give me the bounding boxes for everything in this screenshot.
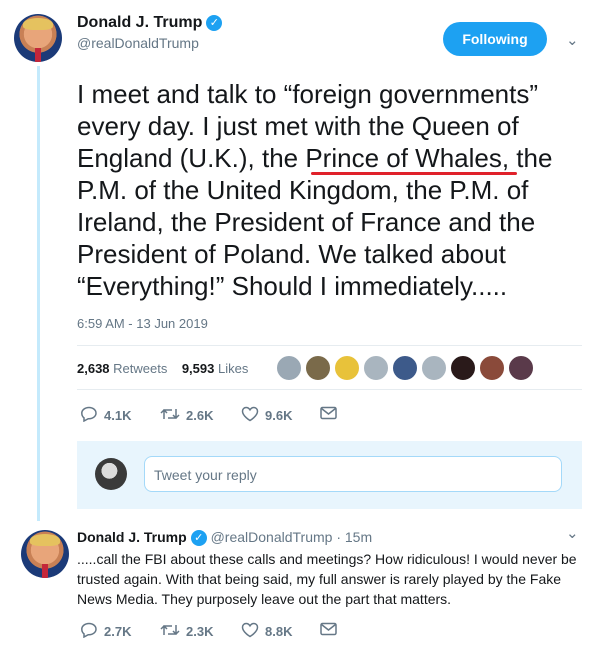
- retweet-icon: [160, 622, 180, 641]
- author-name[interactable]: Donald J. Trump: [77, 14, 202, 31]
- author-avatar[interactable]: [14, 14, 62, 62]
- following-button[interactable]: Following: [443, 22, 547, 56]
- tweet-timestamp[interactable]: 6:59 AM - 13 Jun 2019: [77, 316, 208, 331]
- likes-count[interactable]: 9,593: [182, 361, 215, 376]
- reply-tweet-text: .....call the FBI about these calls and …: [77, 551, 577, 607]
- divider: [77, 389, 582, 390]
- current-user-avatar[interactable]: [95, 458, 127, 490]
- retweets-label[interactable]: Retweets: [113, 361, 167, 376]
- reply-icon: [80, 622, 98, 641]
- liker-avatar[interactable]: [508, 355, 534, 381]
- reply-action[interactable]: 2.7K: [80, 622, 131, 641]
- like-action[interactable]: 8.8K: [241, 622, 292, 641]
- retweet-action[interactable]: 2.3K: [160, 622, 213, 641]
- retweet-count: 2.6K: [186, 408, 214, 423]
- liker-avatar[interactable]: [276, 355, 302, 381]
- liker-avatar[interactable]: [450, 355, 476, 381]
- envelope-icon: [320, 406, 337, 423]
- tweet-text: I meet and talk to “foreign governments”…: [77, 79, 553, 301]
- retweet-icon: [160, 406, 180, 425]
- engagement-stats: 2,638 Retweets 9,593 Likes: [77, 361, 248, 376]
- like-action[interactable]: 9.6K: [241, 406, 292, 425]
- chevron-down-icon[interactable]: ⌄: [566, 31, 579, 49]
- highlight-underline: [311, 172, 517, 175]
- liker-avatar[interactable]: [334, 355, 360, 381]
- thread-connector-line: [37, 66, 40, 521]
- author-handle[interactable]: @realDonaldTrump: [77, 35, 222, 51]
- liker-avatar[interactable]: [363, 355, 389, 381]
- liker-avatar[interactable]: [421, 355, 447, 381]
- reply-count: 4.1K: [104, 408, 132, 423]
- retweet-action[interactable]: 2.6K: [160, 406, 213, 425]
- heart-icon: [241, 622, 259, 641]
- envelope-icon: [320, 622, 337, 639]
- reply-action[interactable]: 4.1K: [80, 406, 131, 425]
- reply-author-name[interactable]: Donald J. Trump: [77, 529, 187, 545]
- retweets-count[interactable]: 2,638: [77, 361, 110, 376]
- likes-label[interactable]: Likes: [218, 361, 248, 376]
- chevron-down-icon[interactable]: ⌄: [566, 524, 579, 542]
- heart-icon: [241, 406, 259, 425]
- divider: [77, 345, 582, 346]
- reply-icon: [80, 406, 98, 425]
- verified-badge-icon: ✓: [206, 15, 223, 31]
- like-count: 8.8K: [265, 624, 293, 639]
- reply-author-avatar[interactable]: [21, 530, 69, 578]
- retweet-count: 2.3K: [186, 624, 214, 639]
- reply-tweet-header: Donald J. Trump ✓ @realDonaldTrump · 15m: [77, 529, 372, 546]
- direct-message-action[interactable]: [320, 622, 337, 639]
- separator-dot: ·: [336, 529, 341, 545]
- liker-avatar[interactable]: [392, 355, 418, 381]
- reply-time[interactable]: 15m: [345, 529, 372, 545]
- liker-avatar[interactable]: [479, 355, 505, 381]
- like-count: 9.6K: [265, 408, 293, 423]
- liker-avatar[interactable]: [305, 355, 331, 381]
- reply-author-handle[interactable]: @realDonaldTrump: [211, 529, 333, 545]
- tweet-header: Donald J. Trump ✓ @realDonaldTrump: [77, 14, 223, 51]
- reply-input[interactable]: Tweet your reply: [144, 456, 562, 492]
- reply-count: 2.7K: [104, 624, 132, 639]
- direct-message-action[interactable]: [320, 406, 337, 423]
- verified-badge-icon: ✓: [190, 530, 207, 546]
